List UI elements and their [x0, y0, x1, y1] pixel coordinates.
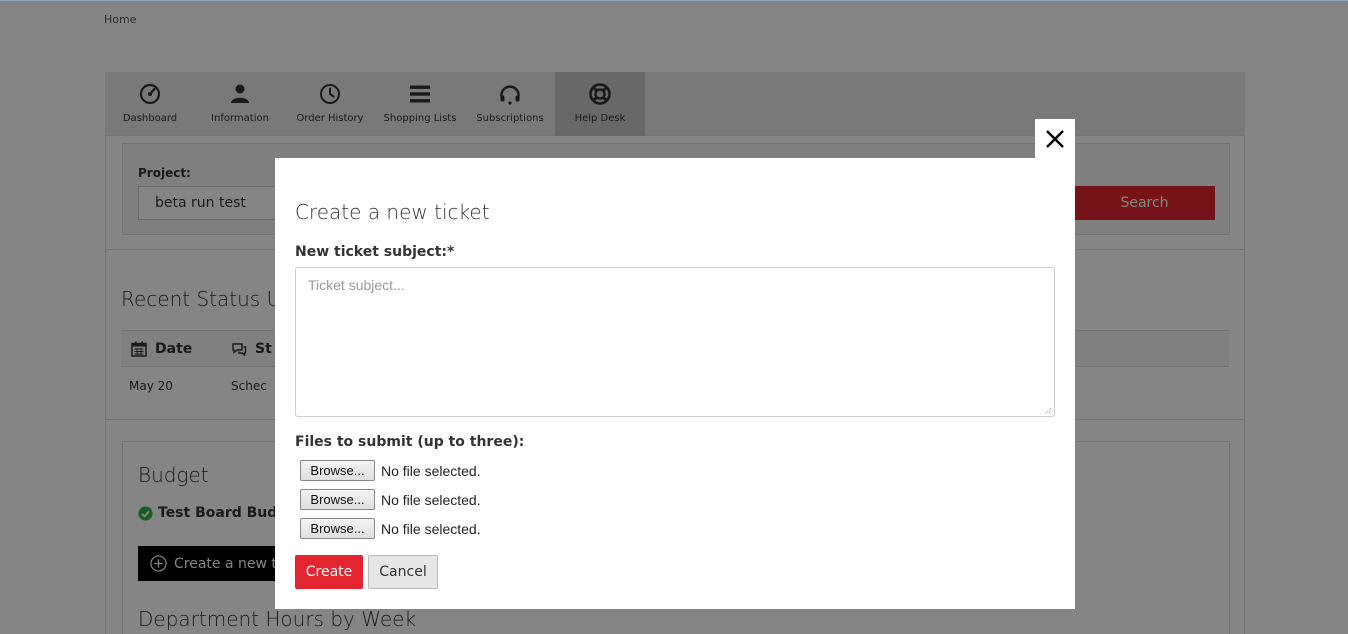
file-status: No file selected.: [381, 520, 481, 537]
subject-label: New ticket subject:*: [295, 244, 455, 260]
browse-button[interactable]: Browse...: [300, 460, 375, 481]
cancel-button[interactable]: Cancel: [368, 555, 438, 589]
close-icon: [1046, 130, 1064, 148]
browse-button[interactable]: Browse...: [300, 518, 375, 539]
file-status: No file selected.: [381, 491, 481, 508]
file-input-2: Browse... No file selected.: [300, 489, 481, 510]
file-input-1: Browse... No file selected.: [300, 460, 481, 481]
file-status: No file selected.: [381, 462, 481, 479]
browse-button[interactable]: Browse...: [300, 489, 375, 510]
create-ticket-modal: Create a new ticket New ticket subject:*…: [275, 158, 1075, 609]
file-input-3: Browse... No file selected.: [300, 518, 481, 539]
modal-close-button[interactable]: [1035, 119, 1075, 159]
ticket-subject-input[interactable]: [295, 267, 1055, 417]
create-button[interactable]: Create: [295, 555, 363, 589]
files-label: Files to submit (up to three):: [295, 434, 525, 450]
resize-grip-icon[interactable]: [1042, 405, 1052, 415]
modal-title: Create a new ticket: [295, 200, 490, 224]
